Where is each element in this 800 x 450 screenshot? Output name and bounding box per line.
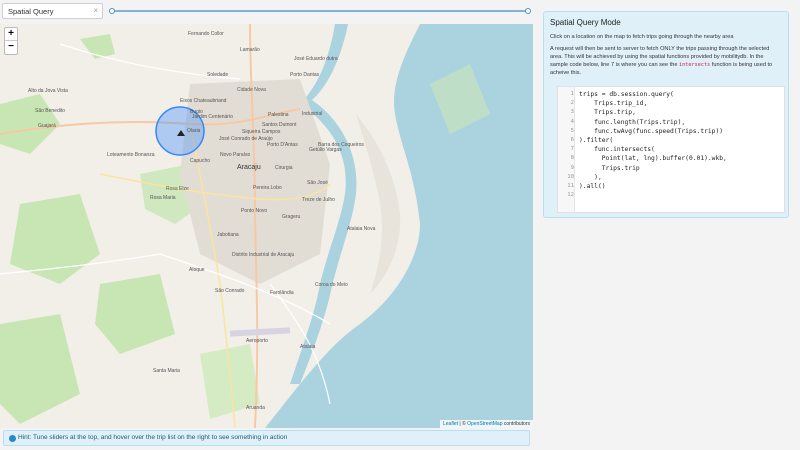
map-label: Alto da Jova Vista	[28, 88, 68, 94]
map-label: Porto Dantas	[290, 72, 320, 78]
map-label: Rosa Elze	[166, 186, 189, 192]
code-line: 2 Trips.trip_id,	[570, 100, 648, 108]
code-line: 6).filter(	[570, 136, 614, 144]
map-label: Capucho	[190, 158, 211, 164]
map-label: Industrial	[302, 111, 323, 117]
map-label: José Conrado de Araújo	[219, 136, 273, 142]
code-lines: 1 trips = db.session.query( 2 Trips.trip_…	[558, 87, 784, 200]
slider-track[interactable]	[111, 10, 529, 12]
slider-handle-end[interactable]	[525, 8, 531, 14]
code-line: 1 trips = db.session.query(	[570, 91, 674, 98]
panel-title: Spatial Query Mode	[550, 18, 621, 27]
map-label: Barra dos Coqueiros	[318, 142, 364, 148]
code-sample: 1 trips = db.session.query( 2 Trips.trip_…	[557, 86, 785, 213]
map-label: Ponto Novo	[241, 208, 268, 214]
code-line: 5 func.twAvg(func.speed(Trips.trip))	[570, 127, 724, 135]
map-label: Novo Paraíso	[220, 152, 251, 158]
map-label: Pereira Lobo	[253, 185, 282, 191]
map-attribution: Leaflet | © OpenStreetMap contributors	[440, 420, 533, 428]
map-label: Treze de Julho	[302, 197, 335, 203]
map-label: Aruanda	[246, 405, 265, 411]
code-line: 7 func.intersects(	[570, 146, 655, 154]
code-line: 11).all()	[567, 182, 606, 190]
zoom-out-button[interactable]: −	[5, 41, 17, 54]
mode-select[interactable]: Spatial Query ×	[2, 3, 103, 19]
map-label: Atalaia	[300, 344, 316, 350]
map-label: Aeroporto	[246, 338, 268, 344]
map-label: Soledade	[207, 72, 229, 78]
code-line: 8 Point(lat, lng).buffer(0.01).wkb,	[570, 155, 727, 163]
map-label: Olaria	[187, 128, 201, 134]
map-label: Farolândia	[270, 290, 294, 296]
map-label: Santos Dumont	[262, 122, 297, 128]
code-line: 10 ),	[567, 173, 602, 181]
code-line: 4 func.length(Trips.trip),	[570, 118, 686, 126]
map-label: Aloque	[189, 267, 205, 273]
map-label: Distrito Industrial de Aracaju	[232, 252, 295, 258]
map-label: Cidade Nova	[237, 87, 266, 93]
map-label: Fernando Collor	[188, 31, 224, 37]
slider-handle-start[interactable]	[109, 8, 115, 14]
map-label: Aracaju	[237, 164, 261, 171]
attribution-separator: | ©	[458, 421, 468, 427]
panel-description: A request will then be sent to server to…	[550, 45, 782, 77]
leaflet-link[interactable]: Leaflet	[443, 421, 458, 427]
map-label: São José	[307, 180, 328, 186]
map-label: José Eduardo dutra	[294, 56, 338, 62]
mode-select-value: Spatial Query	[8, 7, 54, 16]
map-label: Atalaia Nova	[347, 226, 376, 232]
map-label: Jardim Centenário	[192, 114, 233, 120]
map-label: Loteamento Bonanza	[107, 152, 155, 158]
map-label: Palestina	[268, 112, 289, 118]
map-label: Rosa Maria	[150, 195, 176, 201]
zoom-control: + −	[4, 27, 18, 55]
info-icon	[9, 435, 16, 442]
map-label: Eixos Chateaubriand	[180, 98, 227, 104]
time-range-slider[interactable]	[109, 8, 531, 14]
hint-bar: Hint: Tune sliders at the top, and hover…	[3, 430, 530, 446]
map-label: Guajará	[38, 123, 56, 129]
map-label: Cirurgia	[275, 165, 293, 171]
map-label: Porto D'Antas	[267, 142, 298, 148]
map-label: São Benedito	[35, 108, 66, 114]
osm-link[interactable]: OpenStreetMap	[467, 421, 502, 427]
clear-icon[interactable]: ×	[93, 6, 98, 15]
map-label: São Conrado	[215, 288, 245, 294]
map-tiles	[0, 24, 533, 428]
map-label: Jabotiana	[217, 232, 239, 238]
map-label: Santa Maria	[153, 368, 180, 374]
attribution-tail: contributors	[502, 421, 530, 427]
spatial-query-panel: Spatial Query Mode Click on a location o…	[543, 11, 789, 218]
panel-intro: Click on a location on the map to fetch …	[550, 34, 734, 40]
code-line: 3 Trips.trip,	[570, 109, 636, 117]
hint-text: Hint: Tune sliders at the top, and hover…	[18, 434, 288, 441]
code-line: 12	[567, 192, 574, 199]
zoom-in-button[interactable]: +	[5, 28, 17, 41]
map-label: Siqueira Campos	[242, 129, 281, 135]
map-label: Lamarão	[240, 47, 260, 53]
top-bar: Spatial Query ×	[0, 0, 533, 24]
map-label: Grageru	[282, 214, 301, 220]
code-line: 9 Trips.trip	[570, 164, 640, 172]
map[interactable]: Fernando Collor Soledade Cidade Nova Lam…	[0, 24, 533, 428]
description-code: intersects	[679, 62, 711, 68]
map-label: Coroa do Meio	[315, 282, 348, 288]
